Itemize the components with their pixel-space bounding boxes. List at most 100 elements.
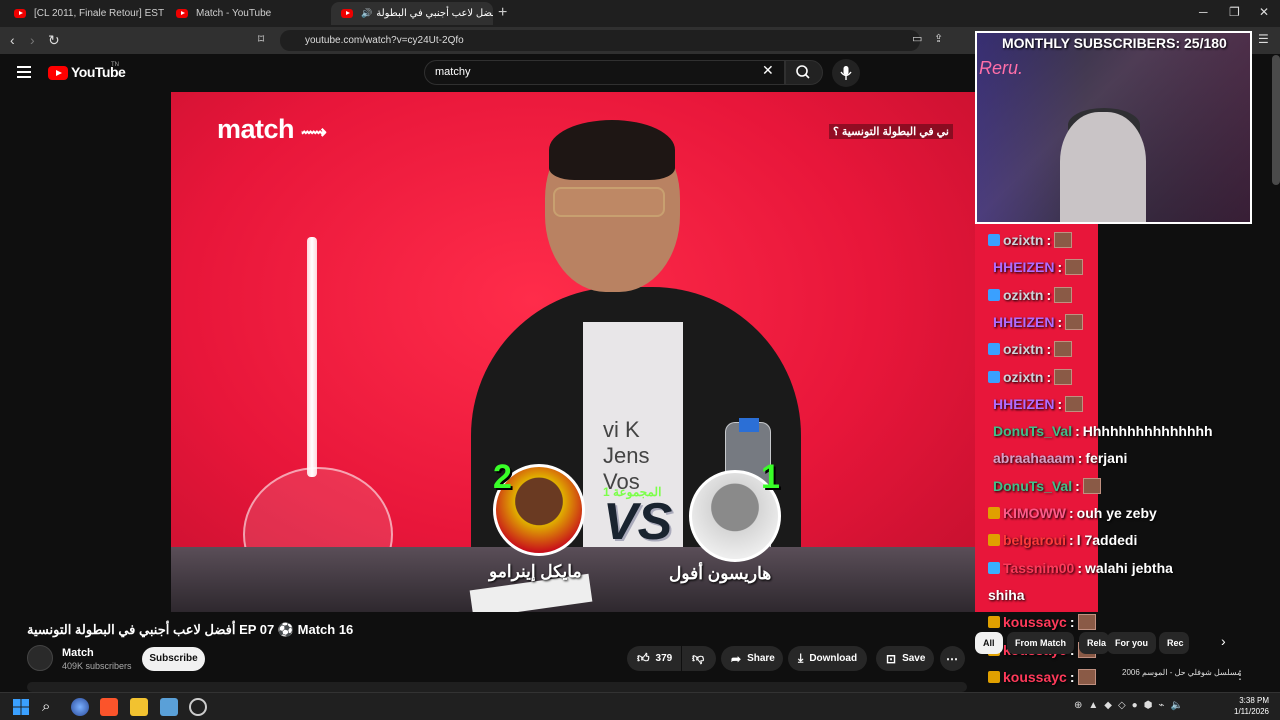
file-explorer-icon[interactable] bbox=[130, 698, 148, 716]
bottle-cap bbox=[739, 418, 759, 432]
video-player[interactable]: match ⟿ ني في البطولة التونسية ؟ vi K Je… bbox=[171, 92, 975, 612]
subscribe-button[interactable]: Subscribe bbox=[142, 647, 205, 671]
chat-separator: : bbox=[1057, 313, 1063, 330]
chat-message: HHEIZEN : bbox=[993, 313, 1084, 330]
chat-message: shiha bbox=[988, 587, 1025, 603]
photos-icon[interactable] bbox=[160, 698, 178, 716]
page-scrollbar[interactable] bbox=[1272, 55, 1280, 185]
chip-recent[interactable]: Rec bbox=[1159, 632, 1189, 654]
recommended-video-title[interactable]: مسلسل شوفلي حل - الموسم 2006 bbox=[1122, 668, 1241, 677]
windows-start-icon[interactable] bbox=[12, 698, 30, 716]
chat-username[interactable]: KIMOWW bbox=[1003, 505, 1066, 521]
clear-search-icon[interactable]: ✕ bbox=[762, 62, 774, 79]
tab-match-youtube[interactable]: Match - YouTube bbox=[166, 2, 328, 25]
chat-badge-icon bbox=[988, 288, 1000, 301]
reload-icon[interactable]: ↻ bbox=[48, 32, 60, 49]
save-button[interactable]: ⊡ Save bbox=[876, 646, 934, 671]
thumbs-up-icon: 👍︎ bbox=[637, 651, 650, 665]
brave-browser-icon[interactable] bbox=[100, 698, 118, 716]
audio-playing-icon[interactable]: 🔊 bbox=[361, 8, 372, 19]
thumbs-down-icon: 👎︎ bbox=[692, 651, 705, 665]
share-page-icon[interactable]: ⇪ bbox=[934, 32, 943, 45]
minimize-icon[interactable]: ─ bbox=[1199, 5, 1208, 19]
like-button[interactable]: 👍︎ 379 bbox=[627, 646, 681, 671]
chat-username[interactable]: Tassnim00 bbox=[1003, 560, 1074, 576]
browser-tab-bar: [CL 2011, Finale Retour] EST 1-0 WAC Mat… bbox=[0, 0, 1280, 27]
system-tray-icons[interactable]: ⊕▲◆◇●⬢⌁🔈 bbox=[1074, 700, 1189, 711]
tab-label: [CL 2011, Finale Retour] EST 1-0 WAC bbox=[34, 8, 164, 19]
channel-name[interactable]: Match bbox=[62, 647, 94, 659]
back-icon[interactable]: ‹ bbox=[10, 32, 15, 48]
chat-username[interactable]: HHEIZEN bbox=[993, 259, 1054, 275]
channel-avatar[interactable] bbox=[27, 645, 53, 671]
chat-username[interactable]: DonuTs_Val bbox=[993, 478, 1072, 494]
description-box[interactable] bbox=[27, 682, 967, 692]
chat-emote-icon bbox=[1065, 395, 1084, 412]
chevron-right-icon[interactable]: › bbox=[1221, 633, 1226, 649]
chip-from-match[interactable]: From Match bbox=[1007, 632, 1075, 654]
download-label: Download bbox=[809, 653, 858, 664]
chat-username[interactable]: belgaroui bbox=[1003, 532, 1066, 548]
search-button[interactable] bbox=[785, 60, 823, 85]
chat-username[interactable]: DonuTs_Val bbox=[993, 423, 1072, 439]
search-input[interactable]: matchy bbox=[424, 60, 785, 85]
chat-separator: : bbox=[1069, 532, 1074, 549]
chat-message: ozixtn : bbox=[988, 286, 1073, 303]
bookmark-icon[interactable]: ⌑ bbox=[258, 32, 264, 46]
chat-emote-icon bbox=[1065, 259, 1084, 276]
chat-separator: : bbox=[1046, 232, 1052, 248]
clock[interactable]: 3:38 PM 1/11/2026 bbox=[1234, 695, 1269, 717]
more-actions-button[interactable]: ⋯ bbox=[940, 646, 965, 671]
url-text: youtube.com/watch?v=cy24Ut-2Qfo bbox=[305, 35, 464, 46]
chip-all[interactable]: All bbox=[975, 632, 1003, 654]
chat-username[interactable]: koussayc bbox=[1003, 614, 1067, 630]
left-player-name: مايكل إينرامو bbox=[489, 562, 582, 581]
restore-icon[interactable]: ❐ bbox=[1229, 5, 1240, 19]
chat-separator: : bbox=[1046, 286, 1052, 303]
recommendation-chips: All From Match Rela For you Rec › bbox=[975, 632, 1235, 656]
chat-message: ozixtn : bbox=[988, 232, 1073, 248]
chat-username[interactable]: ozixtn bbox=[1003, 341, 1043, 357]
youtube-favicon-icon bbox=[14, 9, 26, 18]
close-window-icon[interactable]: ✕ bbox=[1259, 5, 1269, 19]
chat-username[interactable]: ozixtn bbox=[1003, 232, 1043, 248]
voice-search-button[interactable] bbox=[832, 59, 860, 87]
right-player-name: هاريسون أفول bbox=[669, 564, 772, 583]
chat-username[interactable]: ozixtn bbox=[1003, 287, 1043, 303]
subscriber-count: 409K subscribers bbox=[62, 661, 132, 671]
tab-active-video[interactable]: 🔊 أفضل لاعب أجنبي في البطولة ✕ bbox=[331, 2, 493, 25]
chat-username[interactable]: koussayc bbox=[1003, 669, 1067, 685]
download-button[interactable]: ⤓ Download bbox=[788, 646, 867, 671]
more-vertical-icon[interactable]: ⋮ bbox=[1234, 668, 1246, 682]
hamburger-menu-icon[interactable] bbox=[17, 66, 31, 78]
chat-username[interactable]: HHEIZEN bbox=[993, 314, 1054, 330]
youtube-logo-icon[interactable] bbox=[48, 66, 68, 80]
chat-backdrop bbox=[975, 224, 1098, 612]
video-question-caption: ني في البطولة التونسية ؟ bbox=[829, 124, 953, 139]
chat-emote-icon bbox=[1077, 614, 1096, 631]
browser-menu-icon[interactable]: ☰ bbox=[1258, 32, 1269, 46]
youtube-favicon-icon bbox=[341, 9, 353, 18]
share-button[interactable]: ➦ Share bbox=[721, 646, 783, 671]
share-label: Share bbox=[747, 653, 775, 664]
new-tab-icon[interactable]: + bbox=[498, 4, 507, 22]
cast-icon[interactable]: ▭ bbox=[912, 32, 922, 45]
chip-for-you[interactable]: For you bbox=[1107, 632, 1156, 654]
video-title: أفضل لاعب أجنبي في البطولة التونسية EP 0… bbox=[27, 622, 354, 637]
chat-message: HHEIZEN : bbox=[993, 259, 1084, 276]
tab-cl-2011[interactable]: [CL 2011, Finale Retour] EST 1-0 WAC bbox=[4, 2, 164, 25]
chat-username[interactable]: ozixtn bbox=[1003, 369, 1043, 385]
taskbar-search-icon[interactable]: ⌕ bbox=[42, 698, 60, 716]
forward-icon[interactable]: › bbox=[30, 32, 35, 48]
chip-related[interactable]: Rela bbox=[1079, 632, 1109, 654]
copilot-icon[interactable] bbox=[71, 698, 89, 716]
dislike-button[interactable]: 👎︎ bbox=[682, 646, 716, 671]
chat-username[interactable]: abraahaaam bbox=[993, 450, 1075, 466]
share-icon: ➦ bbox=[731, 651, 742, 666]
download-icon: ⤓ bbox=[798, 651, 804, 665]
chat-username[interactable]: HHEIZEN bbox=[993, 396, 1054, 412]
steam-icon[interactable] bbox=[189, 698, 207, 716]
chat-separator: : bbox=[1077, 559, 1083, 576]
chat-text: walahi jebtha bbox=[1085, 559, 1173, 576]
url-field[interactable]: youtube.com/watch?v=cy24Ut-2Qfo bbox=[280, 30, 920, 51]
